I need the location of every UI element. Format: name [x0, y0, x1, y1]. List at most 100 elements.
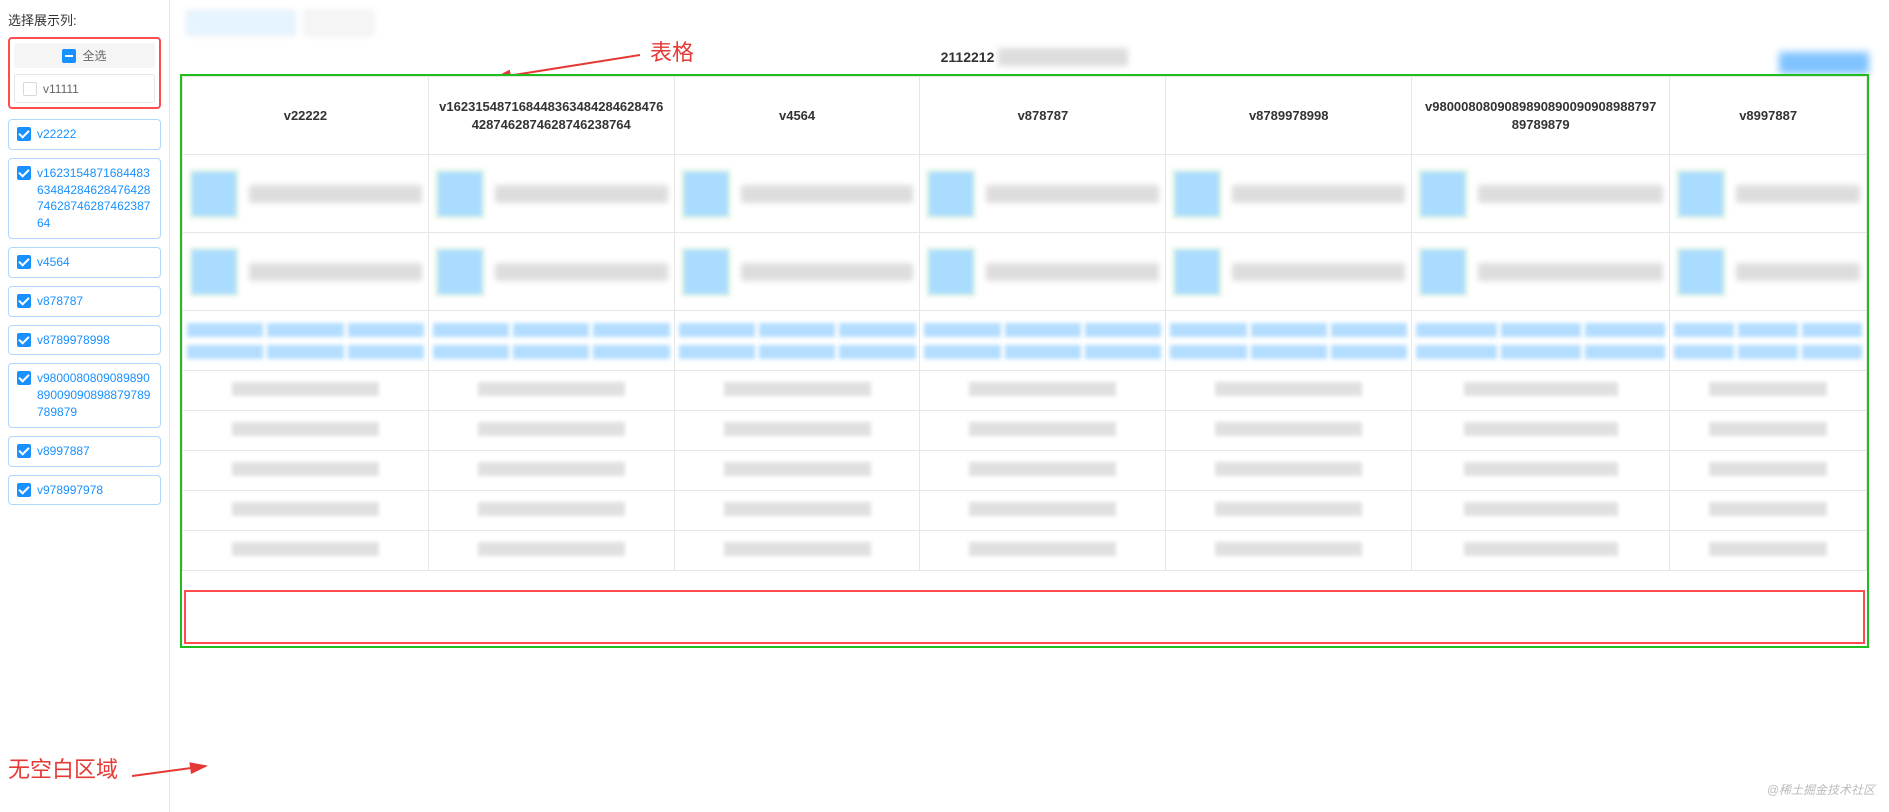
- cell-value-blur: [724, 542, 871, 556]
- table-cell[interactable]: [1166, 531, 1412, 571]
- select-all-checkbox[interactable]: [62, 49, 76, 63]
- cell-text-blur: [249, 263, 422, 281]
- table-row: [183, 451, 1867, 491]
- table-cell[interactable]: [674, 411, 920, 451]
- table-cell[interactable]: [920, 311, 1166, 371]
- checkbox-v4564[interactable]: [17, 255, 31, 269]
- table-cell[interactable]: [674, 371, 920, 411]
- table-cell[interactable]: [920, 451, 1166, 491]
- table-cell[interactable]: [1670, 233, 1867, 311]
- table-cell[interactable]: [1166, 233, 1412, 311]
- label-v8997887: v8997887: [37, 443, 90, 460]
- th-4[interactable]: v8789978998: [1166, 77, 1412, 155]
- th-3[interactable]: v878787: [920, 77, 1166, 155]
- table-cell[interactable]: [920, 491, 1166, 531]
- th-0[interactable]: v22222: [183, 77, 429, 155]
- cell-thumb: [1418, 169, 1468, 219]
- label-v978997978: v978997978: [37, 482, 103, 499]
- checkbox-long1[interactable]: [17, 166, 31, 180]
- select-all-row[interactable]: 全选: [14, 43, 155, 68]
- top-right-action-blur[interactable]: [1779, 52, 1869, 74]
- table-cell[interactable]: [428, 311, 674, 371]
- cell-value-blur: [969, 542, 1116, 556]
- table-cell[interactable]: [428, 491, 674, 531]
- table-cell[interactable]: [674, 311, 920, 371]
- table-cell[interactable]: [428, 411, 674, 451]
- tab-2[interactable]: [304, 10, 374, 36]
- table-scroll-area[interactable]: v22222 v16231548716844836348428462847642…: [182, 76, 1867, 646]
- cell-text-blur: [1736, 185, 1860, 203]
- column-item-v11111[interactable]: v11111: [14, 74, 155, 103]
- checkbox-v8789978998[interactable]: [17, 333, 31, 347]
- table-cell[interactable]: [1166, 371, 1412, 411]
- table-cell[interactable]: [1670, 531, 1867, 571]
- cell-thumb: [1172, 169, 1222, 219]
- th-6[interactable]: v8997887: [1670, 77, 1867, 155]
- table-cell[interactable]: [183, 491, 429, 531]
- tab-1[interactable]: [186, 10, 296, 36]
- table-row: [183, 531, 1867, 571]
- table-cell[interactable]: [1166, 491, 1412, 531]
- column-item-long1[interactable]: v162315487168448363484284628476428746287…: [8, 158, 161, 239]
- table-cell[interactable]: [1412, 411, 1670, 451]
- table-cell[interactable]: [183, 311, 429, 371]
- th-5[interactable]: v980008080908989089009090898879789789879: [1412, 77, 1670, 155]
- column-item-v4564[interactable]: v4564: [8, 247, 161, 278]
- column-item-v8997887[interactable]: v8997887: [8, 436, 161, 467]
- column-item-v8789978998[interactable]: v8789978998: [8, 325, 161, 356]
- column-item-long2[interactable]: v980008080908989089009090898879789789879: [8, 363, 161, 427]
- table-cell[interactable]: [1670, 155, 1867, 233]
- table-cell[interactable]: [920, 155, 1166, 233]
- table-cell[interactable]: [920, 233, 1166, 311]
- table-cell[interactable]: [1670, 371, 1867, 411]
- checkbox-v878787[interactable]: [17, 294, 31, 308]
- table-cell[interactable]: [428, 233, 674, 311]
- table-cell[interactable]: [674, 531, 920, 571]
- checkbox-v11111[interactable]: [23, 82, 37, 96]
- checkbox-v8997887[interactable]: [17, 444, 31, 458]
- table-cell[interactable]: [428, 155, 674, 233]
- column-item-v22222[interactable]: v22222: [8, 119, 161, 150]
- column-item-v978997978[interactable]: v978997978: [8, 475, 161, 506]
- table-cell[interactable]: [674, 451, 920, 491]
- th-1[interactable]: v162315487168448363484284628476428746287…: [428, 77, 674, 155]
- table-row: [183, 311, 1867, 371]
- cell-thumb: [435, 247, 485, 297]
- table-cell[interactable]: [1412, 531, 1670, 571]
- table-body: [183, 155, 1867, 571]
- table-cell[interactable]: [183, 371, 429, 411]
- table-cell[interactable]: [183, 531, 429, 571]
- table-cell[interactable]: [920, 411, 1166, 451]
- column-item-v878787[interactable]: v878787: [8, 286, 161, 317]
- table-cell[interactable]: [1166, 311, 1412, 371]
- table-cell[interactable]: [920, 371, 1166, 411]
- table-cell[interactable]: [674, 491, 920, 531]
- checkbox-v22222[interactable]: [17, 127, 31, 141]
- table-cell[interactable]: [1412, 491, 1670, 531]
- table-cell[interactable]: [674, 233, 920, 311]
- table-cell[interactable]: [183, 233, 429, 311]
- table-cell[interactable]: [428, 371, 674, 411]
- table-cell[interactable]: [183, 451, 429, 491]
- table-cell[interactable]: [1166, 155, 1412, 233]
- table-cell[interactable]: [1412, 451, 1670, 491]
- table-cell[interactable]: [1412, 155, 1670, 233]
- th-2[interactable]: v4564: [674, 77, 920, 155]
- table-cell[interactable]: [1670, 311, 1867, 371]
- table-cell[interactable]: [1670, 451, 1867, 491]
- table-cell[interactable]: [1670, 491, 1867, 531]
- table-cell[interactable]: [1412, 311, 1670, 371]
- table-cell[interactable]: [428, 531, 674, 571]
- table-cell[interactable]: [1412, 233, 1670, 311]
- table-cell[interactable]: [183, 155, 429, 233]
- table-cell[interactable]: [1670, 411, 1867, 451]
- table-cell[interactable]: [1412, 371, 1670, 411]
- checkbox-v978997978[interactable]: [17, 483, 31, 497]
- table-cell[interactable]: [1166, 411, 1412, 451]
- table-cell[interactable]: [428, 451, 674, 491]
- table-cell[interactable]: [1166, 451, 1412, 491]
- table-cell[interactable]: [920, 531, 1166, 571]
- table-cell[interactable]: [674, 155, 920, 233]
- table-cell[interactable]: [183, 411, 429, 451]
- checkbox-long2[interactable]: [17, 371, 31, 385]
